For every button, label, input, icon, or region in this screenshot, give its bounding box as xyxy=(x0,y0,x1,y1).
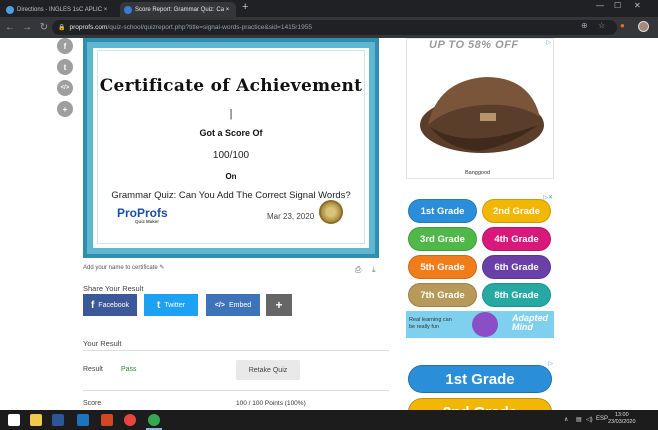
grade-button[interactable]: 3rd Grade xyxy=(408,227,477,251)
lock-icon: 🔒 xyxy=(58,25,66,31)
twitter-icon: t xyxy=(157,299,161,311)
ad-tagline: Real learning can be really fun xyxy=(409,317,452,330)
forward-icon[interactable]: → xyxy=(20,22,34,33)
chrome-active-icon[interactable] xyxy=(148,414,160,426)
result-value: Pass xyxy=(121,366,137,373)
windows-start-icon[interactable] xyxy=(8,414,20,426)
grade-button[interactable]: 5th Grade xyxy=(408,255,477,279)
certificate-score: 100/100 xyxy=(212,150,250,161)
certificate-name: | xyxy=(229,108,233,120)
divider xyxy=(83,350,389,351)
ad-banner-hat[interactable]: UP TO 58% OFF ▷ Banggood xyxy=(406,38,554,179)
facebook-icon[interactable]: f xyxy=(57,38,73,54)
volume-icon[interactable]: ◁) xyxy=(586,416,593,423)
tray-arrow-icon[interactable]: ∧ xyxy=(564,416,568,423)
bookmark-star-icon[interactable]: ☆ xyxy=(598,21,605,30)
browser-toolbar: ← → ↻ 🔒 proprofs.com /quiz-school/quizre… xyxy=(0,17,658,38)
plus-icon[interactable]: + xyxy=(57,101,73,117)
address-bar[interactable]: 🔒 proprofs.com /quiz-school/quizreport.p… xyxy=(52,20,617,35)
tab-title: Score Report: Grammar Quiz: Ca × xyxy=(135,6,230,13)
download-icon[interactable]: ⤓ xyxy=(372,265,376,275)
twitter-icon[interactable]: t xyxy=(57,59,73,75)
grade-button[interactable]: 6th Grade xyxy=(482,255,551,279)
office-icon[interactable] xyxy=(101,414,113,426)
embed-icon[interactable]: </> xyxy=(57,80,73,96)
back-icon[interactable]: ← xyxy=(3,22,17,33)
tab-title: Directions - INGLES 1sC APLIC × xyxy=(17,6,108,13)
certificate-on: On xyxy=(225,172,237,181)
facebook-share-button[interactable]: f Facebook xyxy=(83,294,137,316)
grade-button[interactable]: 7th Grade xyxy=(408,283,477,307)
embed-icon: </> xyxy=(214,301,225,309)
score-points: 100 / 100 Points (100%) xyxy=(236,400,306,407)
taskbar: ∧ ▤ ◁) ESP 13:00 23/03/2020 xyxy=(0,410,658,430)
ad-banner-adaptedmind[interactable]: Real learning can be really fun Adapted … xyxy=(406,311,554,338)
grade-button[interactable]: 2nd Grade xyxy=(482,199,551,223)
grade-button[interactable]: 8th Grade xyxy=(482,283,551,307)
facebook-icon: f xyxy=(90,299,95,311)
result-label: Result xyxy=(83,366,103,373)
score-label: Score xyxy=(83,400,102,407)
system-clock[interactable]: 13:00 23/03/2020 xyxy=(608,412,636,426)
seal-icon xyxy=(319,200,343,224)
plus-icon: + xyxy=(275,298,283,312)
certificate: Certificate of Achievement | Got a Score… xyxy=(83,38,379,258)
profile-avatar[interactable] xyxy=(638,21,649,32)
chrome-icon[interactable] xyxy=(124,414,136,426)
page-content: f t </> + Certificate of Achievement | G… xyxy=(0,38,658,410)
ad-brand: Banggood xyxy=(465,170,491,176)
language-indicator[interactable]: ESP xyxy=(596,416,608,422)
ad-promo-text: UP TO 58% OFF xyxy=(429,39,519,51)
url-domain: proprofs.com xyxy=(69,24,108,31)
monster-mascot-icon xyxy=(472,312,498,337)
url-path: /quiz-school/quizreport.php?title=signal… xyxy=(107,24,312,31)
more-share-button[interactable]: + xyxy=(266,294,292,316)
divider xyxy=(83,390,389,391)
certificate-frame: Certificate of Achievement | Got a Score… xyxy=(87,42,375,254)
grade-button[interactable]: 2nd Grade xyxy=(408,398,552,410)
tab-favicon-icon xyxy=(124,5,132,14)
ad-brand: Adapted Mind xyxy=(512,313,548,332)
close-window-icon[interactable]: ✕ xyxy=(634,1,641,10)
print-icon[interactable]: ⎙ xyxy=(355,265,361,275)
share-title: Share Your Result xyxy=(83,284,144,293)
grade-button[interactable]: 1st Grade xyxy=(408,199,477,223)
network-icon[interactable]: ▤ xyxy=(576,416,582,423)
new-tab-button[interactable]: + xyxy=(242,1,248,13)
certificate-title: Certificate of Achievement xyxy=(99,76,363,96)
mail-icon[interactable] xyxy=(77,414,89,426)
grade-button[interactable]: 1st Grade xyxy=(408,365,552,393)
tab-directions[interactable]: Directions - INGLES 1sC APLIC × xyxy=(2,2,118,17)
zoom-icon[interactable]: ⊕ xyxy=(581,21,588,30)
extension-icon[interactable]: ● xyxy=(620,21,625,30)
your-result-heading: Your Result xyxy=(83,339,122,348)
word-icon[interactable] xyxy=(52,414,64,426)
grade-button[interactable]: 4th Grade xyxy=(482,227,551,251)
certificate-date: Mar 23, 2020 xyxy=(267,212,315,221)
flat-cap-icon xyxy=(420,77,544,153)
retake-quiz-button[interactable]: Retake Quiz xyxy=(236,360,300,380)
share-sidebar: f t </> + xyxy=(57,38,75,122)
ad-choices-icon[interactable]: ▷ xyxy=(548,360,553,367)
tab-favicon-icon xyxy=(6,5,14,14)
embed-share-button[interactable]: </> Embed xyxy=(206,294,260,316)
add-name-link[interactable]: Add your name to certificate ✎ xyxy=(83,264,164,271)
tab-strip: Directions - INGLES 1sC APLIC × Score Re… xyxy=(0,0,658,17)
minimize-icon[interactable]: — xyxy=(596,1,604,10)
certificate-got-score: Got a Score Of xyxy=(199,128,263,138)
twitter-share-button[interactable]: t Twitter xyxy=(144,294,198,316)
ad-banner-grades-2[interactable]: ▷ 1st Grade 2nd Grade xyxy=(406,360,554,410)
ad-choices-icon[interactable]: ▷ xyxy=(546,39,551,46)
maximize-icon[interactable]: ☐ xyxy=(614,1,621,10)
reload-icon[interactable]: ↻ xyxy=(37,22,51,33)
proprofs-logo: ProProfs Quiz Maker xyxy=(117,206,168,224)
file-explorer-icon[interactable] xyxy=(30,414,42,426)
tab-score-report[interactable]: Score Report: Grammar Quiz: Ca × xyxy=(120,2,236,17)
